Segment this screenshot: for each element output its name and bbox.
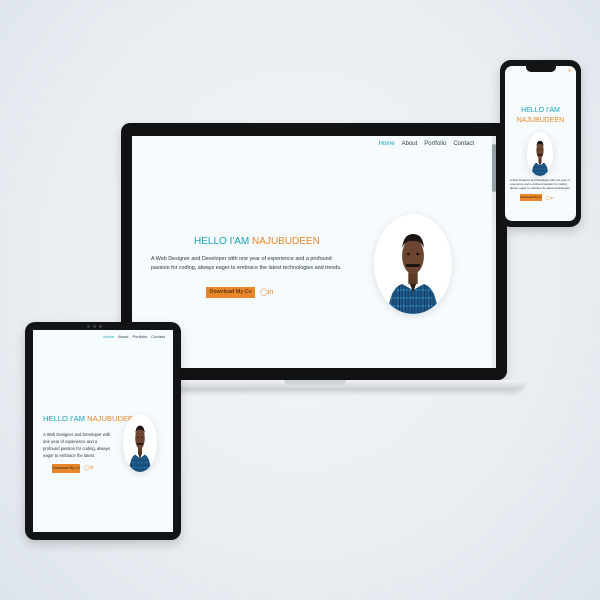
nav-contact[interactable]: Contact (453, 141, 474, 147)
laptop-nav: Home About Portfolio Contact (379, 141, 474, 147)
nav-about[interactable]: About (402, 141, 418, 147)
nav-portfolio[interactable]: Portfolio (133, 334, 148, 339)
profile-photo (527, 132, 553, 176)
nav-contact[interactable]: Contact (151, 334, 165, 339)
hero-bio: A Web Designer and Developer with one ye… (510, 178, 570, 192)
hero-heading-prefix: HELLO I'AM (194, 236, 250, 247)
phone-screen: ≡ HELLO I'AM NAJUBUDEEN A Web Designer a… (505, 66, 576, 221)
laptop-scrollbar[interactable] (492, 136, 496, 368)
laptop-hinge-notch (284, 380, 346, 385)
hero-heading-prefix: HELLO I'AM (43, 414, 85, 423)
hero-heading: HELLO I'AM NAJUBUDEEN (43, 414, 139, 423)
hero-heading-name: NAJUBUDEEN (252, 236, 320, 247)
nav-home[interactable]: Home (379, 141, 395, 147)
laptop-screen: Home About Portfolio Contact HELLO I'AM … (132, 136, 496, 368)
hero-bio: A Web Designer and Developer with one ye… (151, 256, 342, 271)
tablet-nav: Home About Portfolio Contact (103, 334, 165, 339)
download-cv-button[interactable]: Download My Cv (206, 287, 255, 298)
hero-heading: HELLO I'AM NAJUBUDEEN (194, 236, 320, 247)
scrollbar-thumb[interactable] (492, 144, 496, 192)
linkedin-label: in (550, 195, 554, 200)
linkedin-icon[interactable]: ◯in (84, 464, 94, 473)
download-cv-button[interactable]: Download My Cv (52, 464, 80, 473)
linkedin-label: in (89, 465, 94, 471)
camera-icon (87, 325, 90, 328)
nav-portfolio[interactable]: Portfolio (424, 141, 446, 147)
profile-photo (123, 414, 157, 472)
hero-heading: HELLO I'AM NAJUBUDEEN (505, 106, 576, 126)
camera-icon (99, 325, 102, 328)
phone-notch (526, 66, 556, 72)
linkedin-label: in (267, 289, 274, 296)
nav-home[interactable]: Home (103, 334, 114, 339)
hero-heading-name: NAJUBUDEEN (516, 117, 565, 124)
profile-photo (374, 214, 452, 314)
menu-icon[interactable]: ≡ (568, 68, 571, 74)
linkedin-icon[interactable]: ◯in (260, 287, 273, 298)
camera-icon (93, 325, 96, 328)
nav-about[interactable]: About (118, 334, 128, 339)
download-cv-button[interactable]: Download My Cv (520, 194, 542, 201)
hero-heading-prefix: HELLO I'AM (521, 107, 560, 114)
linkedin-icon[interactable]: ◯in (546, 194, 554, 201)
tablet-screen: Home About Portfolio Contact HELLO I'AM … (33, 330, 173, 532)
hero-bio: A Web Designer and Developer with one ye… (43, 432, 111, 461)
